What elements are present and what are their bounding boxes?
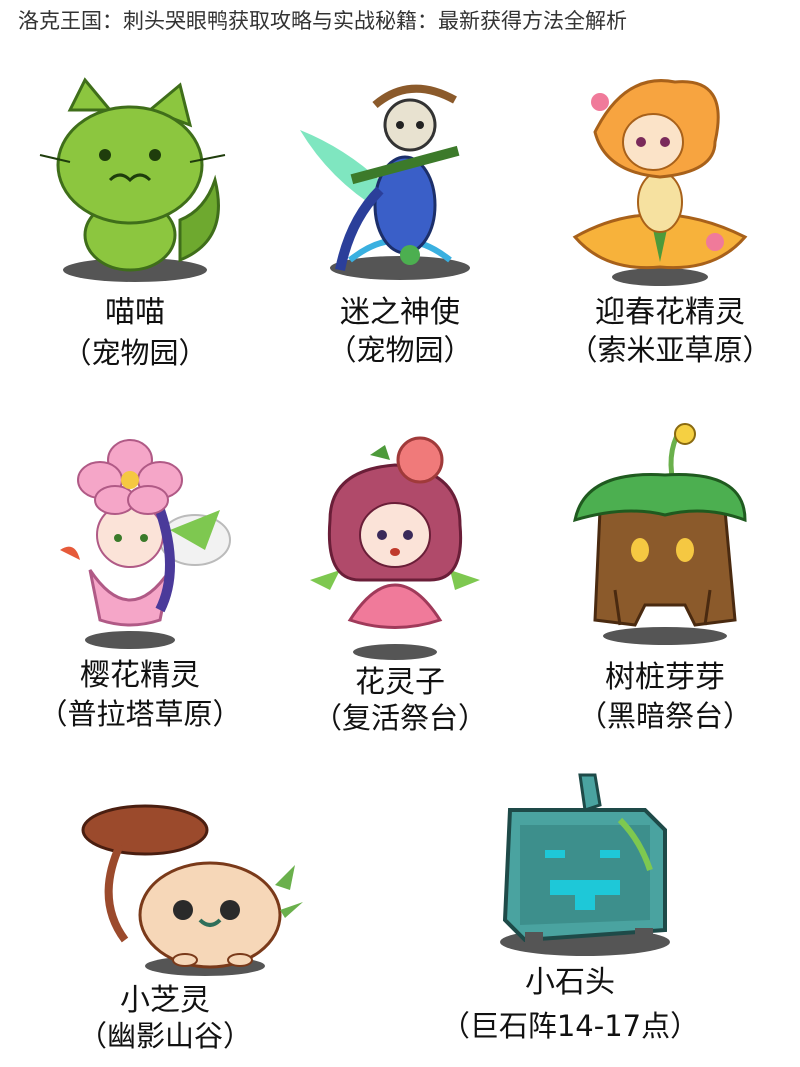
pet-name: 喵喵 (105, 295, 165, 330)
green-cat-pet-icon (39, 77, 226, 282)
pet-card: 樱花精灵 （普拉塔草原） (20, 430, 260, 740)
pet-name: 樱花精灵 (80, 658, 200, 693)
tree-stump-pet-icon (573, 423, 747, 645)
stone-block-pet-icon (500, 773, 670, 956)
pet-grid: 喵喵 （宠物园） 迷之神使 （宠物园） 迎春花精灵 （索米亚草原） 樱花精灵 （… (0, 0, 800, 1067)
pet-location: （黑暗祭台） (577, 699, 752, 733)
pet-location: （复活祭台） (312, 701, 487, 735)
pet-card: 迎春花精灵 （索米亚草原） (555, 62, 785, 380)
pet-name: 花灵子 (355, 665, 445, 700)
mystery-envoy-pet-icon (300, 84, 470, 280)
pet-card: 树桩芽芽 （黑暗祭台） (545, 420, 785, 740)
pet-name: 树桩芽芽 (605, 660, 725, 695)
pet-location: （巨石阵14-17点） (440, 1009, 700, 1043)
cherry-blossom-pet-icon (60, 439, 231, 649)
pet-location: （索米亚草原） (568, 333, 772, 367)
pet-location: （宠物园） (327, 333, 473, 367)
pet-card: 花灵子 （复活祭台） (290, 430, 510, 740)
pet-card: 迷之神使 （宠物园） (290, 70, 510, 380)
flower-girl-pet-icon (310, 436, 480, 660)
pet-card: 小石头 （巨石阵14-17点） (441, 770, 770, 1060)
pet-location: （幽影山谷） (77, 1019, 252, 1053)
mushroom-pet-icon (81, 804, 303, 976)
pet-name: 小石头 (525, 965, 615, 1000)
pet-location: （普拉塔草原） (38, 697, 242, 731)
spring-flower-pet-icon (572, 79, 748, 286)
pet-location: （宠物园） (62, 336, 208, 370)
pet-card: 小芝灵 （幽影山谷） (65, 790, 325, 1060)
pet-name: 小芝灵 (120, 983, 210, 1018)
pet-card: 喵喵 （宠物园） (30, 70, 240, 380)
pet-name: 迷之神使 (340, 295, 460, 330)
pet-name: 迎春花精灵 (595, 295, 745, 330)
